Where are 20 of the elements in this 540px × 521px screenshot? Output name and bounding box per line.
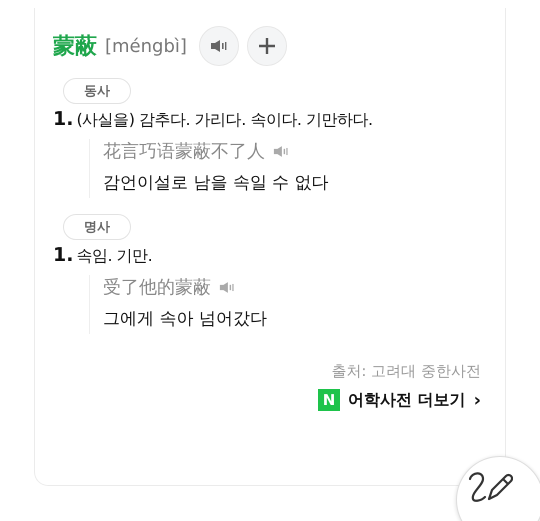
- example-chinese: 受了他的蒙蔽: [103, 276, 211, 299]
- handwriting-button[interactable]: [456, 456, 540, 521]
- example-translation: 감언이설로 남을 속일 수 없다: [103, 172, 330, 195]
- more-dictionary-link[interactable]: N 어학사전 더보기 ›: [318, 389, 481, 411]
- definition-number: 1.: [53, 108, 74, 130]
- pronunciation: [méngbì]: [105, 36, 187, 56]
- plus-icon: [256, 36, 277, 56]
- add-button[interactable]: [246, 26, 287, 66]
- example-translation: 그에게 속아 넘어갔다: [103, 308, 268, 331]
- speaker-button[interactable]: [198, 26, 239, 66]
- part-of-speech-tag: 명사: [63, 214, 131, 240]
- source-text: 출처: 고려대 중한사전: [330, 362, 481, 381]
- part-of-speech-tag: 동사: [63, 78, 131, 104]
- definition-number: 1.: [53, 244, 74, 266]
- speaker-icon: [210, 39, 228, 53]
- headword: 蒙蔽: [53, 33, 97, 61]
- example-chinese: 花言巧语蒙蔽不了人: [103, 140, 265, 163]
- logo-icon: N: [318, 389, 340, 411]
- definition-text: 속임. 기만.: [76, 246, 152, 267]
- definition-text: (사실을) 감추다. 가리다. 속이다. 기만하다.: [76, 110, 373, 131]
